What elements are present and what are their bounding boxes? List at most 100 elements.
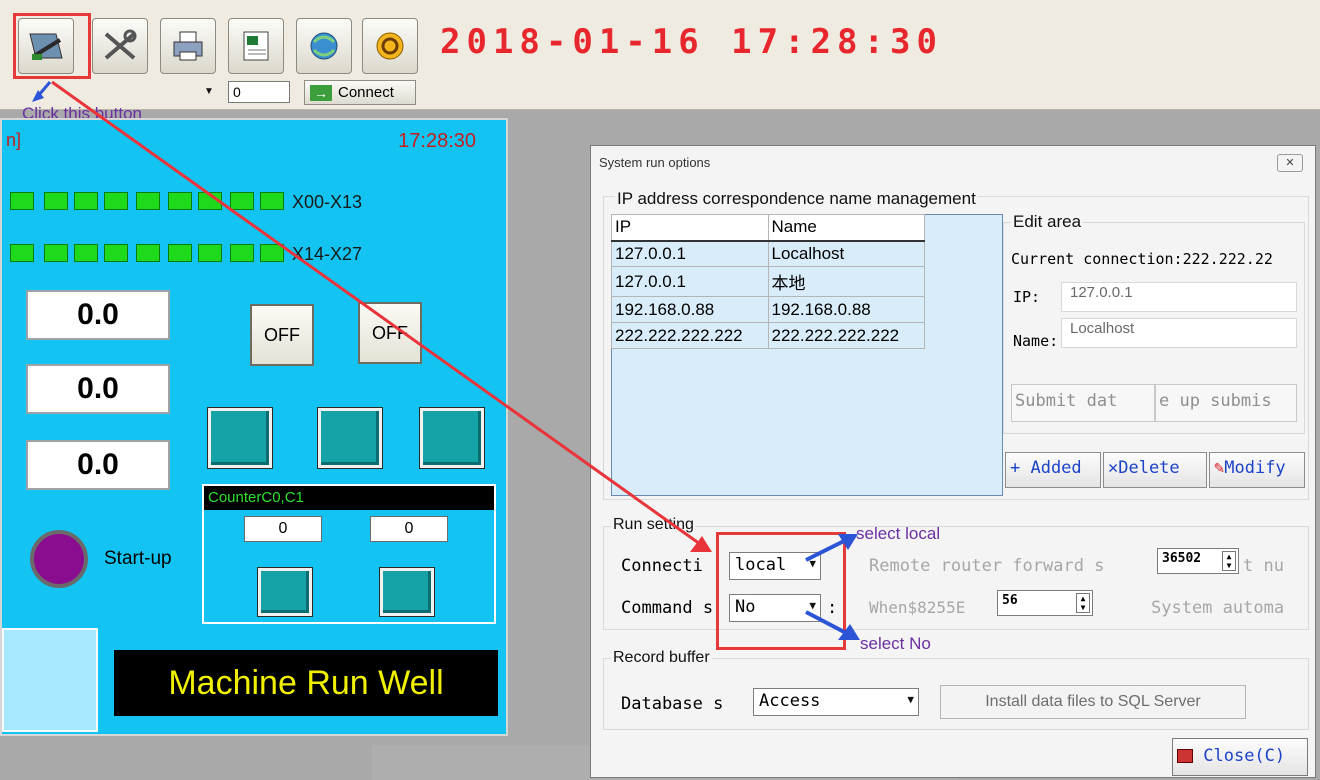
table-row[interactable]: 222.222.222.222 222.222.222.222 bbox=[611, 322, 925, 349]
install-sql-button[interactable]: Install data files to SQL Server bbox=[940, 685, 1246, 719]
input-lamp bbox=[44, 244, 68, 262]
export-excel-button[interactable] bbox=[228, 18, 284, 74]
close-dialog-icon bbox=[1177, 749, 1193, 763]
update-submit-button[interactable]: e up submis bbox=[1155, 384, 1297, 422]
table-row[interactable]: 127.0.0.1 本地 bbox=[611, 266, 925, 297]
input-lamp bbox=[136, 244, 160, 262]
input-lamp bbox=[198, 192, 222, 210]
connect-button[interactable]: → Connect bbox=[304, 80, 416, 105]
row1-label: X00-X13 bbox=[292, 192, 363, 212]
exit-icon bbox=[376, 32, 404, 60]
counter-button-1[interactable] bbox=[257, 567, 313, 617]
input-lamp bbox=[168, 192, 192, 210]
port-suffix: t nu bbox=[1243, 556, 1284, 576]
print-button[interactable] bbox=[160, 18, 216, 74]
off-button-2[interactable]: OFF bbox=[358, 302, 422, 364]
spin-arrows-icon[interactable]: ▲ ▼ bbox=[1222, 551, 1236, 571]
main-toolbar: 2018-01-16 17:28:30 ▼ 0 → Connect bbox=[0, 0, 1320, 110]
teal-button-2[interactable] bbox=[317, 407, 383, 469]
highlight-box bbox=[13, 13, 91, 79]
cell-ip: 192.168.0.88 bbox=[611, 296, 769, 323]
printer-icon bbox=[173, 31, 203, 61]
current-connection-label: Current connection:222.222.22 bbox=[1011, 250, 1273, 268]
submit-data-button[interactable]: Submit dat bbox=[1011, 384, 1155, 422]
input-lamp bbox=[104, 192, 128, 210]
ip-table: IP Name 127.0.0.1 Localhost 127.0.0.1 本地 1… bbox=[611, 214, 925, 349]
cell-ip: 222.222.222.222 bbox=[611, 322, 769, 349]
name-input[interactable]: Localhost bbox=[1061, 318, 1297, 348]
delete-button[interactable]: ✕Delete bbox=[1103, 452, 1207, 488]
chevron-down-icon: ▼ bbox=[907, 693, 914, 706]
input-lamp bbox=[168, 244, 192, 262]
row2-label: X14-X27 bbox=[292, 244, 363, 264]
modify-button[interactable]: ✎Modify bbox=[1209, 452, 1305, 488]
system-run-options-dialog: System run options ✕ IP address correspo… bbox=[590, 145, 1316, 778]
ip-input[interactable]: 127.0.0.1 bbox=[1061, 282, 1297, 312]
select-no-hint: select No bbox=[860, 634, 931, 653]
port-spinner[interactable]: 36502 ▲ ▼ bbox=[1157, 548, 1239, 574]
database-value: Access bbox=[759, 691, 821, 711]
input-lamp bbox=[260, 244, 284, 262]
tools-icon bbox=[104, 29, 137, 60]
close-label: Close(C) bbox=[1203, 746, 1286, 766]
close-icon[interactable]: ✕ bbox=[1277, 154, 1303, 172]
input-lamp bbox=[136, 192, 160, 210]
network-button[interactable] bbox=[296, 18, 352, 74]
number-field[interactable]: 0 bbox=[228, 81, 290, 103]
cell-name: 192.168.0.88 bbox=[767, 296, 925, 323]
exit-button[interactable] bbox=[362, 18, 418, 74]
spin-arrows-icon[interactable]: ▲ ▼ bbox=[1076, 593, 1090, 613]
connection-label: Connecti bbox=[621, 556, 703, 576]
status-bar: Machine Run Well bbox=[114, 650, 498, 716]
value-display-3: 0.0 bbox=[26, 440, 170, 490]
table-row[interactable]: 192.168.0.88 192.168.0.88 bbox=[611, 296, 925, 323]
teal-button-1[interactable] bbox=[207, 407, 273, 469]
close-button[interactable]: Close(C) bbox=[1172, 738, 1308, 776]
system-auto-label: System automa bbox=[1151, 598, 1285, 618]
input-lamp bbox=[74, 192, 98, 210]
cell-name: 222.222.222.222 bbox=[767, 322, 925, 349]
input-lamp bbox=[198, 244, 222, 262]
input-lamp bbox=[260, 192, 284, 210]
tools-button[interactable] bbox=[92, 18, 148, 74]
arrow-right-icon: → bbox=[310, 84, 332, 101]
col-header-ip[interactable]: IP bbox=[611, 214, 769, 242]
value-display-1: 0.0 bbox=[26, 290, 170, 340]
input-lamp bbox=[44, 192, 68, 210]
network-icon bbox=[310, 32, 338, 60]
when-label: When$8255E bbox=[869, 598, 966, 617]
col-header-name[interactable]: Name bbox=[767, 214, 925, 242]
value-display-2: 0.0 bbox=[26, 364, 170, 414]
cell-name: Localhost bbox=[767, 240, 925, 267]
off-button-1[interactable]: OFF bbox=[250, 304, 314, 366]
ip-label: IP: bbox=[1013, 288, 1041, 306]
cell-name: 本地 bbox=[767, 266, 925, 297]
input-lamp bbox=[230, 244, 254, 262]
counter-c0: 0 bbox=[244, 516, 322, 542]
indicator-square bbox=[2, 628, 98, 732]
cell-ip: 127.0.0.1 bbox=[611, 240, 769, 267]
startup-button[interactable] bbox=[30, 530, 88, 588]
command-label: Command s bbox=[621, 598, 714, 618]
pencil-icon: ✎ bbox=[1214, 458, 1225, 478]
input-lamp bbox=[230, 192, 254, 210]
hmi-time: 17:28:30 bbox=[398, 130, 476, 152]
hmi-panel: n] 17:28:30 X00-X13 X14-X27 0.0 0.0 0.0 … bbox=[0, 118, 508, 736]
table-row[interactable]: 127.0.0.1 Localhost bbox=[611, 240, 925, 267]
input-lamp bbox=[10, 192, 34, 210]
database-label: Database s bbox=[621, 694, 724, 714]
run-setting-title: Run setting bbox=[611, 516, 696, 534]
counter-button-2[interactable] bbox=[379, 567, 435, 617]
when-spinner[interactable]: 56 ▲ ▼ bbox=[997, 590, 1093, 616]
hmi-title: n] bbox=[6, 130, 22, 150]
record-buffer-title: Record buffer bbox=[611, 649, 712, 667]
startup-label: Start-up bbox=[104, 548, 172, 569]
teal-button-3[interactable] bbox=[419, 407, 485, 469]
database-select[interactable]: Access ▼ bbox=[753, 688, 919, 716]
clock-display: 2018-01-16 17:28:30 bbox=[440, 22, 943, 62]
input-lamp bbox=[104, 244, 128, 262]
chevron-down-icon[interactable]: ▼ bbox=[204, 86, 214, 97]
excel-icon bbox=[243, 31, 269, 61]
select-local-hint: select local bbox=[856, 524, 941, 543]
added-button[interactable]: + Added bbox=[1005, 452, 1101, 488]
